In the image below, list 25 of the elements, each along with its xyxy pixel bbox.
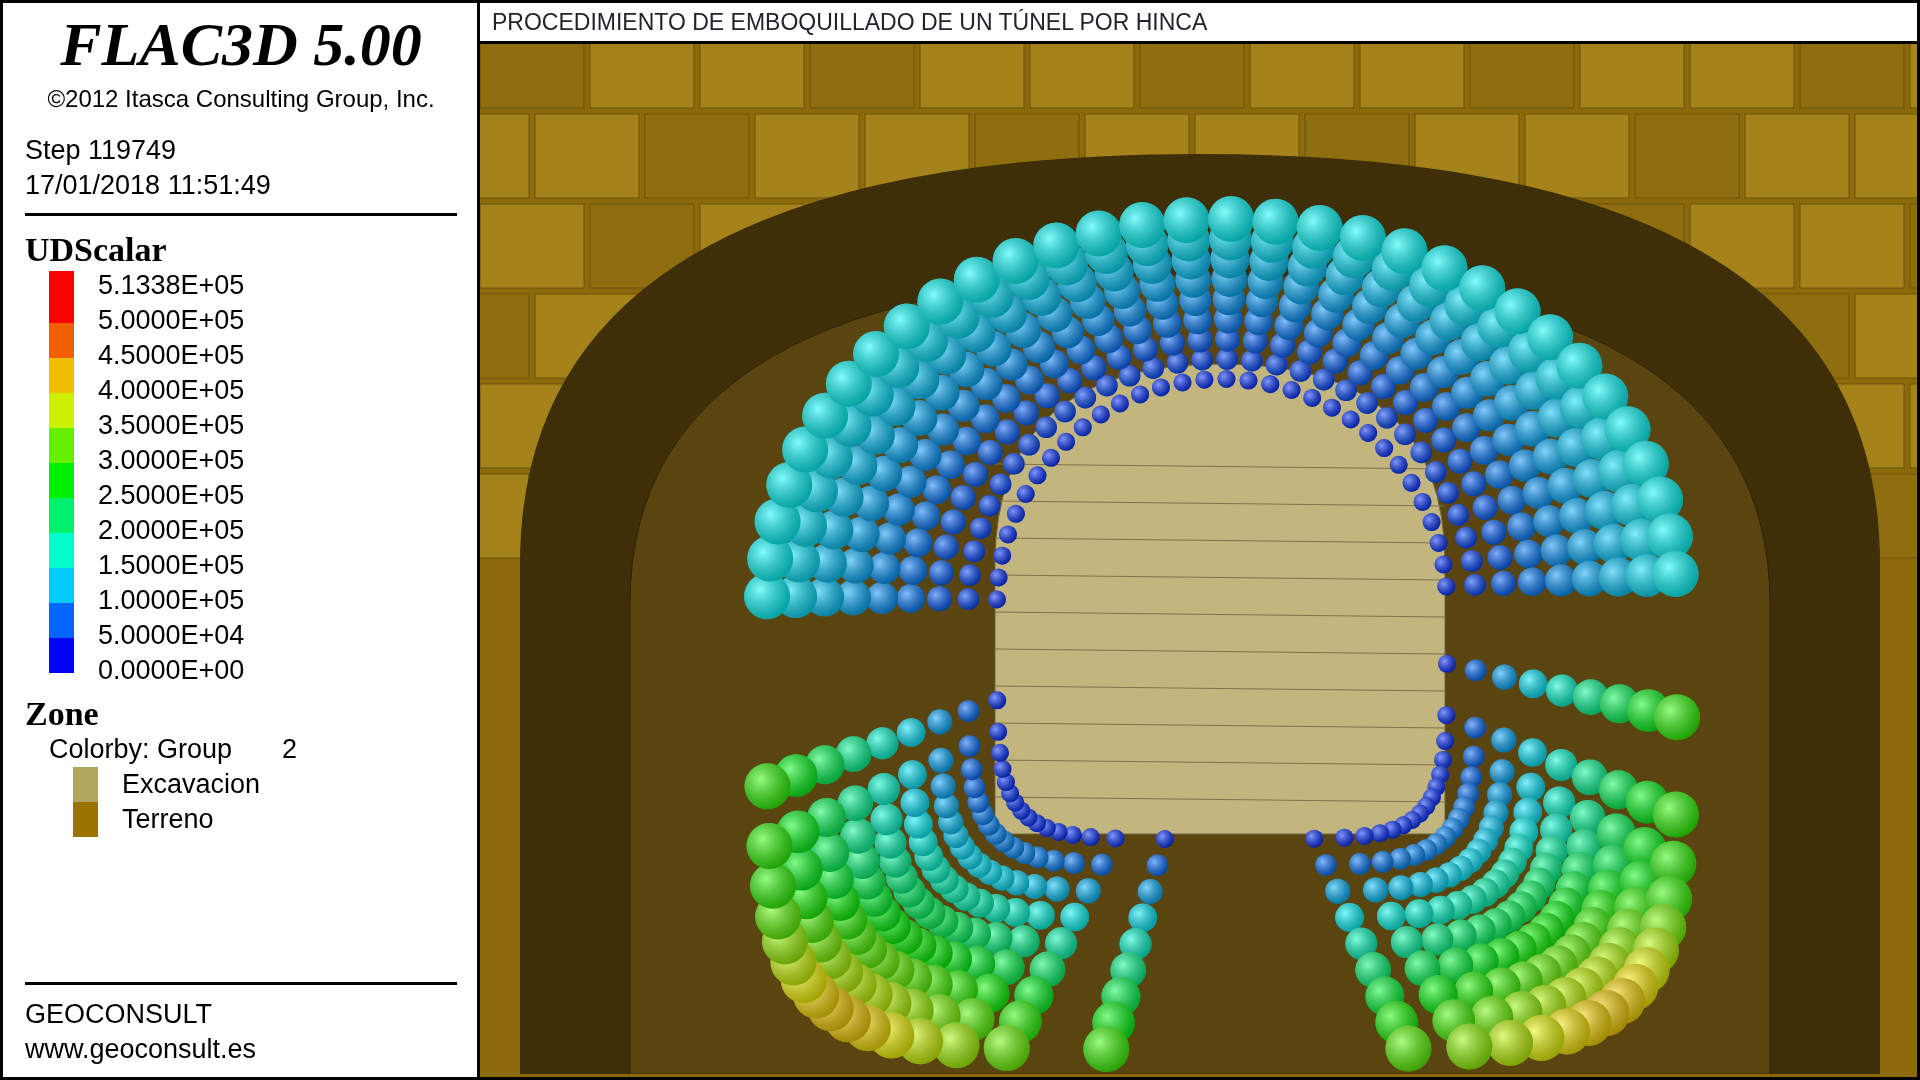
colorby-value: 2	[282, 732, 298, 766]
scale-value: 5.1338E+05	[98, 268, 245, 302]
scale-value: 5.0000E+05	[98, 303, 245, 337]
website-url: www.geoconsult.es	[25, 1032, 258, 1066]
group-label: Excavacion	[122, 767, 261, 801]
scale-value: 0.0000E+00	[98, 653, 245, 687]
scale-value: 3.0000E+05	[98, 443, 245, 477]
scale-value: 3.5000E+05	[98, 408, 245, 442]
scale-value: 4.5000E+05	[98, 338, 245, 372]
scale-value: 2.0000E+05	[98, 513, 245, 547]
colorby-label: Colorby: Group	[49, 732, 233, 766]
company-name: GEOCONSULT	[25, 997, 214, 1031]
scale-value: 1.5000E+05	[98, 548, 245, 582]
view-title: PROCEDIMIENTO DE EMBOQUILLADO DE UN TÚNEL POR HINCA	[480, 3, 1917, 41]
scale-value: 1.0000E+05	[98, 583, 245, 617]
scale-value: 4.0000E+05	[98, 373, 245, 407]
group-label: Terreno	[122, 802, 214, 836]
product-title: FLAC3D 5.00	[59, 13, 423, 75]
legend-title: UDScalar	[25, 232, 168, 268]
scale-value: 2.5000E+05	[98, 478, 245, 512]
copyright-text: ©2012 Itasca Consulting Group, Inc.	[46, 84, 436, 114]
legend-title: Zone	[25, 695, 100, 732]
scale-value: 5.0000E+04	[98, 618, 245, 652]
step-label: Step 119749	[25, 134, 178, 167]
timestamp: 17/01/2018 11:51:49	[25, 169, 272, 203]
